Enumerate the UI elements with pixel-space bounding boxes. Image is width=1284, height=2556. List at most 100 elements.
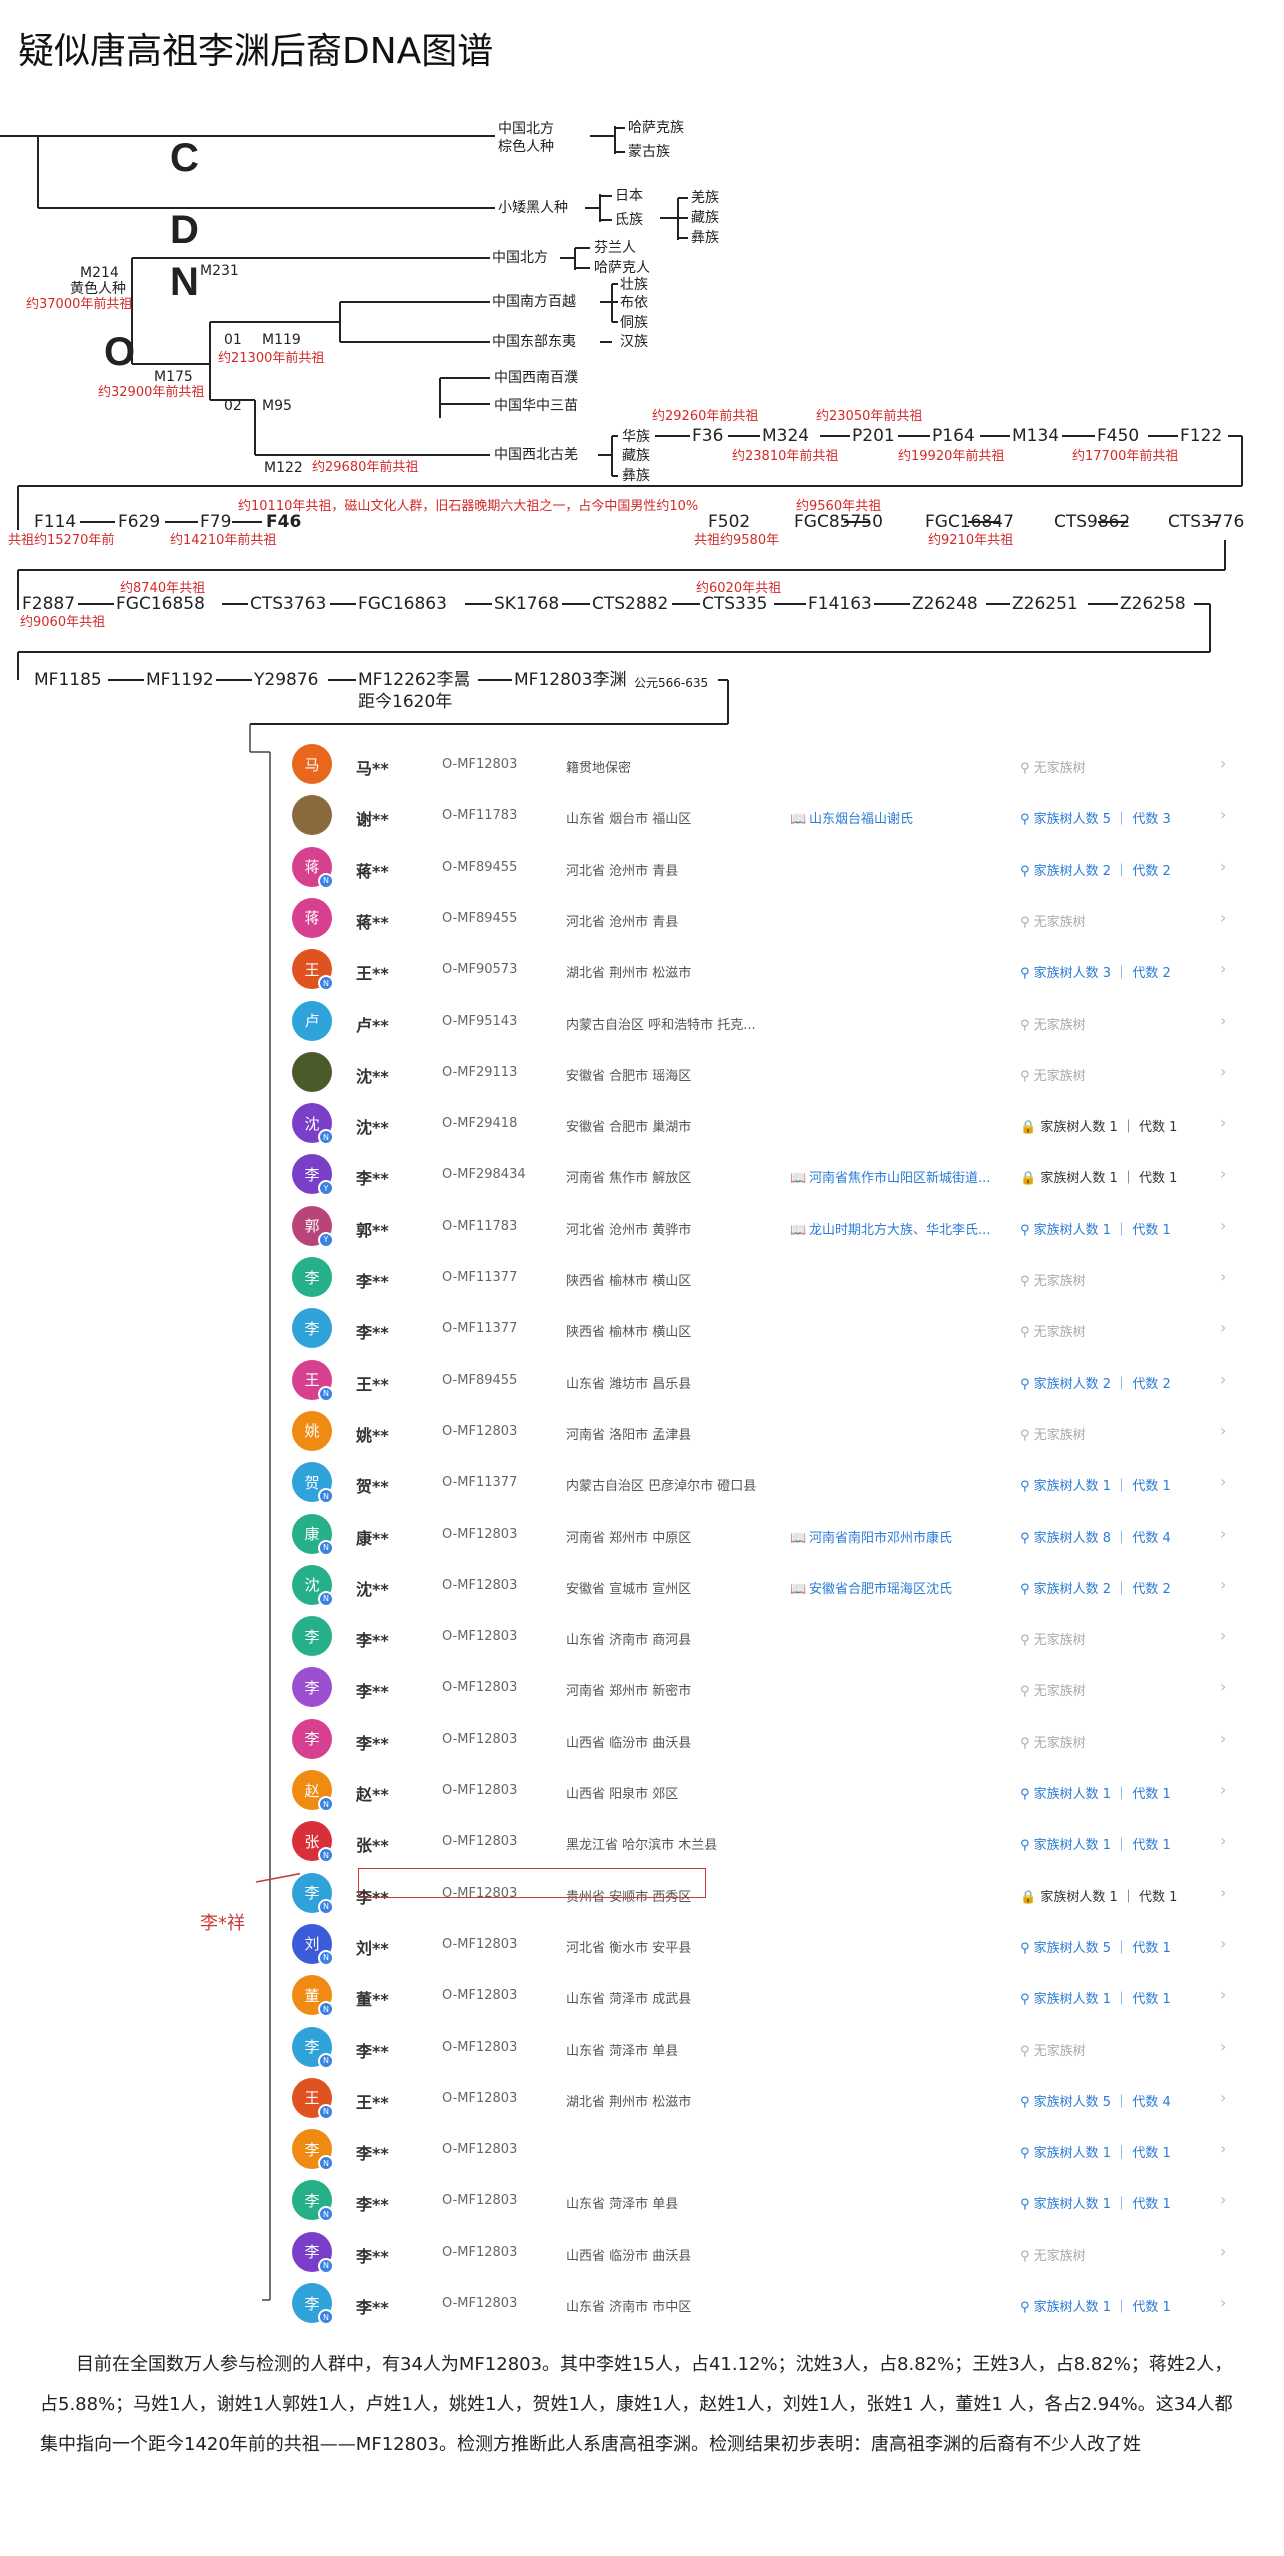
member-family-tree[interactable]: ⚲ 家族树人数 1 ｜ 代数 1	[1020, 2142, 1171, 2161]
member-row[interactable]: 李 李** O-MF12803 河南省 郑州市 新密市 ⚲ 无家族树 ›	[270, 1661, 1230, 1711]
member-row[interactable]: 李 N 李** O-MF12803 山西省 临汾市 曲沃县 ⚲ 无家族树 ›	[270, 2226, 1230, 2276]
member-family-tree-text: 家族树人数 1 ｜ 代数 1	[1040, 1171, 1178, 1187]
chevron-right-icon[interactable]: ›	[1220, 1267, 1226, 1286]
member-family-tree[interactable]: ⚲ 家族树人数 1 ｜ 代数 1	[1020, 1783, 1171, 1802]
member-family-tree[interactable]: ⚲ 家族树人数 5 ｜ 代数 4	[1020, 2091, 1171, 2110]
member-row[interactable]: 沈 N 沈** O-MF29418 安徽省 合肥市 巢湖市 🔒 家族树人数 1 ｜ 代数 …	[270, 1097, 1230, 1147]
member-clan-link[interactable]: 📖 安徽省合肥市瑶海区沈氏	[790, 1578, 1000, 1597]
member-name: 李**	[356, 1631, 389, 1651]
chevron-right-icon[interactable]: ›	[1220, 1934, 1226, 1953]
chevron-right-icon[interactable]: ›	[1220, 1729, 1226, 1748]
member-row[interactable]: 马 马** O-MF12803 籍贯地保密 ⚲ 无家族树 ›	[270, 738, 1230, 788]
member-family-tree[interactable]: ⚲ 家族树人数 2 ｜ 代数 2	[1020, 1578, 1171, 1597]
member-row[interactable]: 张 N 张** O-MF12803 黑龙江省 哈尔滨市 木兰县 ⚲ 家族树人数 1 ｜ 代…	[270, 1815, 1230, 1865]
book-icon: 📖	[790, 1171, 807, 1187]
member-row[interactable]: 姚 姚** O-MF12803 河南省 洛阳市 孟津县 ⚲ 无家族树 ›	[270, 1405, 1230, 1455]
member-clan-link[interactable]: 📖 河南省南阳市邓州市康氏	[790, 1527, 1000, 1546]
chevron-right-icon[interactable]: ›	[1220, 1626, 1226, 1645]
chevron-right-icon[interactable]: ›	[1220, 2088, 1226, 2107]
member-family-tree[interactable]: ⚲ 无家族树	[1020, 757, 1086, 776]
chevron-right-icon[interactable]: ›	[1220, 908, 1226, 927]
member-clan-link[interactable]: 📖 山东烟台福山谢氏	[790, 808, 1000, 827]
member-family-tree[interactable]: ⚲ 家族树人数 1 ｜ 代数 1	[1020, 1475, 1171, 1494]
chevron-right-icon[interactable]: ›	[1220, 2242, 1226, 2261]
member-row[interactable]: 赵 N 赵** O-MF12803 山西省 阳泉市 郊区 ⚲ 家族树人数 1 ｜ 代数 1…	[270, 1764, 1230, 1814]
member-row[interactable]: 谢** O-MF11783 山东省 烟台市 福山区 📖 山东烟台福山谢氏 ⚲ 家族树人数 …	[270, 789, 1230, 839]
member-row[interactable]: 王 N 王** O-MF12803 湖北省 荆州市 松滋市 ⚲ 家族树人数 5 ｜ 代数 …	[270, 2072, 1230, 2122]
chevron-right-icon[interactable]: ›	[1220, 2293, 1226, 2312]
member-row[interactable]: 李 N 李** O-MF12803 山东省 菏泽市 单县 ⚲ 无家族树 ›	[270, 2021, 1230, 2071]
member-row[interactable]: 董 N 董** O-MF12803 山东省 菏泽市 成武县 ⚲ 家族树人数 1 ｜ 代数 …	[270, 1969, 1230, 2019]
member-family-tree[interactable]: ⚲ 家族树人数 1 ｜ 代数 1	[1020, 2193, 1171, 2212]
chevron-right-icon[interactable]: ›	[1220, 2037, 1226, 2056]
chevron-right-icon[interactable]: ›	[1220, 1421, 1226, 1440]
member-row[interactable]: 李 李** O-MF11377 陕西省 榆林市 横山区 ⚲ 无家族树 ›	[270, 1251, 1230, 1301]
member-clan-link[interactable]: 📖 龙山时期北方大族、华北李氏...	[790, 1219, 1000, 1238]
chevron-right-icon[interactable]: ›	[1220, 1062, 1226, 1081]
member-family-tree[interactable]: ⚲ 无家族树	[1020, 1014, 1086, 1033]
chevron-right-icon[interactable]: ›	[1220, 1677, 1226, 1696]
member-family-tree[interactable]: ⚲ 无家族树	[1020, 1629, 1086, 1648]
chevron-right-icon[interactable]: ›	[1220, 1113, 1226, 1132]
chevron-right-icon[interactable]: ›	[1220, 2190, 1226, 2209]
chevron-right-icon[interactable]: ›	[1220, 959, 1226, 978]
member-family-tree[interactable]: ⚲ 家族树人数 1 ｜ 代数 1	[1020, 1219, 1171, 1238]
chevron-right-icon[interactable]: ›	[1220, 1985, 1226, 2004]
chevron-right-icon[interactable]: ›	[1220, 1472, 1226, 1491]
member-family-tree[interactable]: ⚲ 无家族树	[1020, 1680, 1086, 1699]
chevron-right-icon[interactable]: ›	[1220, 1780, 1226, 1799]
chevron-right-icon[interactable]: ›	[1220, 2139, 1226, 2158]
member-family-tree[interactable]: ⚲ 家族树人数 2 ｜ 代数 2	[1020, 860, 1171, 879]
chevron-right-icon[interactable]: ›	[1220, 1164, 1226, 1183]
member-family-tree[interactable]: ⚲ 家族树人数 5 ｜ 代数 1	[1020, 1937, 1171, 1956]
member-family-tree[interactable]: ⚲ 家族树人数 1 ｜ 代数 1	[1020, 1834, 1171, 1853]
chevron-right-icon[interactable]: ›	[1220, 1216, 1226, 1235]
member-row[interactable]: 王 N 王** O-MF89455 山东省 潍坊市 昌乐县 ⚲ 家族树人数 2 ｜ 代数 …	[270, 1354, 1230, 1404]
member-family-tree[interactable]: ⚲ 无家族树	[1020, 1424, 1086, 1443]
member-row[interactable]: 蒋 蒋** O-MF89455 河北省 沧州市 青县 ⚲ 无家族树 ›	[270, 892, 1230, 942]
member-family-tree[interactable]: ⚲ 无家族树	[1020, 2245, 1086, 2264]
member-family-tree[interactable]: ⚲ 无家族树	[1020, 1732, 1086, 1751]
member-family-tree[interactable]: ⚲ 无家族树	[1020, 911, 1086, 930]
member-family-tree[interactable]: ⚲ 无家族树	[1020, 1065, 1086, 1084]
member-family-tree[interactable]: 🔒 家族树人数 1 ｜ 代数 1	[1020, 1886, 1177, 1905]
chevron-right-icon[interactable]: ›	[1220, 1575, 1226, 1594]
member-family-tree[interactable]: ⚲ 无家族树	[1020, 2040, 1086, 2059]
member-row[interactable]: 康 N 康** O-MF12803 河南省 郑州市 中原区 📖 河南省南阳市邓州市康氏 ⚲ 家…	[270, 1508, 1230, 1558]
member-row[interactable]: 李 N 李** O-MF12803 山东省 济南市 市中区 ⚲ 家族树人数 1 ｜ 代数 …	[270, 2277, 1230, 2327]
member-row[interactable]: 王 N 王** O-MF90573 湖北省 荆州市 松滋市 ⚲ 家族树人数 3 ｜ 代数 …	[270, 943, 1230, 993]
member-row[interactable]: 李 李** O-MF12803 山西省 临汾市 曲沃县 ⚲ 无家族树 ›	[270, 1713, 1230, 1763]
chevron-right-icon[interactable]: ›	[1220, 857, 1226, 876]
chevron-right-icon[interactable]: ›	[1220, 1524, 1226, 1543]
member-row[interactable]: 贺 N 贺** O-MF11377 内蒙古自治区 巴彦淖尔市 磴口县 ⚲ 家族树人数 1 …	[270, 1456, 1230, 1506]
chevron-right-icon[interactable]: ›	[1220, 1011, 1226, 1030]
member-family-tree[interactable]: ⚲ 家族树人数 8 ｜ 代数 4	[1020, 1527, 1171, 1546]
member-row[interactable]: 刘 N 刘** O-MF12803 河北省 衡水市 安平县 ⚲ 家族树人数 5 ｜ 代数 …	[270, 1918, 1230, 1968]
member-row[interactable]: 李 李** O-MF11377 陕西省 榆林市 横山区 ⚲ 无家族树 ›	[270, 1302, 1230, 1352]
member-row[interactable]: 李 Y 李** O-MF298434 河南省 焦作市 解放区 📖 河南省焦作市山阳区新城街道…	[270, 1148, 1230, 1198]
member-family-tree[interactable]: ⚲ 无家族树	[1020, 1321, 1086, 1340]
chevron-right-icon[interactable]: ›	[1220, 1370, 1226, 1389]
chevron-right-icon[interactable]: ›	[1220, 754, 1226, 773]
member-family-tree[interactable]: ⚲ 家族树人数 3 ｜ 代数 2	[1020, 962, 1171, 981]
member-row[interactable]: 李 李** O-MF12803 山东省 济南市 商河县 ⚲ 无家族树 ›	[270, 1610, 1230, 1660]
member-row[interactable]: 郭 Y 郭** O-MF11783 河北省 沧州市 黄骅市 📖 龙山时期北方大族、华北李氏.…	[270, 1200, 1230, 1250]
member-row[interactable]: 卢 卢** O-MF95143 内蒙古自治区 呼和浩特市 托克... ⚲ 无家族树 ›	[270, 995, 1230, 1045]
member-row[interactable]: 蒋 N 蒋** O-MF89455 河北省 沧州市 青县 ⚲ 家族树人数 2 ｜ 代数 2…	[270, 841, 1230, 891]
chevron-right-icon[interactable]: ›	[1220, 805, 1226, 824]
member-family-tree[interactable]: ⚲ 家族树人数 1 ｜ 代数 1	[1020, 1988, 1171, 2007]
member-row[interactable]: 李 N 李** O-MF12803 ⚲ 家族树人数 1 ｜ 代数 1 ›	[270, 2123, 1230, 2173]
member-clan-link[interactable]: 📖 河南省焦作市山阳区新城街道...	[790, 1167, 1000, 1186]
chevron-right-icon[interactable]: ›	[1220, 1318, 1226, 1337]
member-row[interactable]: 沈 N 沈** O-MF12803 安徽省 宣城市 宣州区 📖 安徽省合肥市瑶海区沈氏 ⚲ 家…	[270, 1559, 1230, 1609]
member-family-tree[interactable]: ⚲ 无家族树	[1020, 1270, 1086, 1289]
member-row[interactable]: 沈** O-MF29113 安徽省 合肥市 瑶海区 ⚲ 无家族树 ›	[270, 1046, 1230, 1096]
member-family-tree[interactable]: ⚲ 家族树人数 5 ｜ 代数 3	[1020, 808, 1171, 827]
chevron-right-icon[interactable]: ›	[1220, 1883, 1226, 1902]
member-family-tree[interactable]: 🔒 家族树人数 1 ｜ 代数 1	[1020, 1116, 1177, 1135]
member-row[interactable]: 李 N 李** O-MF12803 山东省 菏泽市 单县 ⚲ 家族树人数 1 ｜ 代数 1…	[270, 2174, 1230, 2224]
member-family-tree[interactable]: ⚲ 家族树人数 1 ｜ 代数 1	[1020, 2296, 1171, 2315]
member-family-tree[interactable]: ⚲ 家族树人数 2 ｜ 代数 2	[1020, 1373, 1171, 1392]
member-family-tree[interactable]: 🔒 家族树人数 1 ｜ 代数 1	[1020, 1167, 1177, 1186]
chevron-right-icon[interactable]: ›	[1220, 1831, 1226, 1850]
